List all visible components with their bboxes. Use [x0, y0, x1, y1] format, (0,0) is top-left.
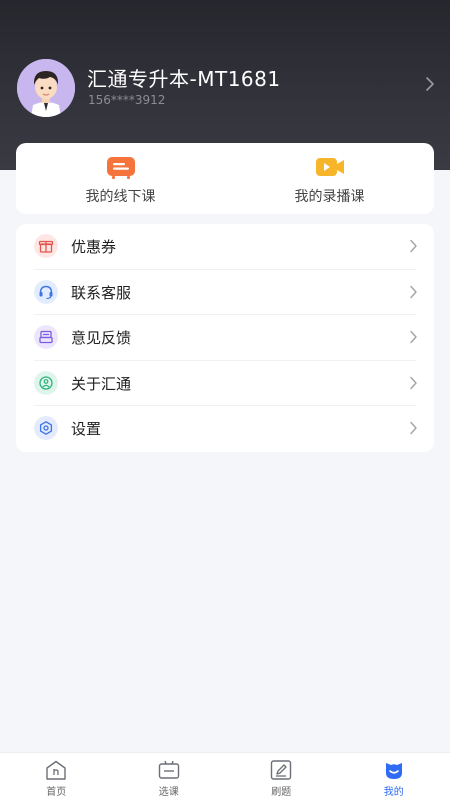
headset-icon	[34, 279, 58, 304]
menu-item-label: 设置	[71, 420, 102, 439]
menu-item-feedback[interactable]: 意见反馈	[16, 315, 434, 361]
tab-label: 选课	[158, 787, 179, 798]
video-camera-icon	[315, 158, 344, 176]
gift-icon	[34, 234, 58, 258]
edit-icon	[271, 760, 292, 780]
chevron-right-icon	[410, 422, 417, 435]
tab-label: 刷题	[271, 787, 292, 798]
avatar-illustration	[17, 59, 75, 117]
chevron-right-icon	[410, 239, 417, 253]
menu-item-about[interactable]: 关于汇通	[16, 361, 434, 407]
menu-list: 优惠券 联系客服 意见反馈 关于汇通 设置	[16, 224, 434, 452]
menu-item-label: 优惠券	[71, 238, 117, 256]
tab-home[interactable]: 首页	[0, 753, 113, 800]
menu-item-label: 意见反馈	[71, 329, 132, 348]
my-courses-card: 我的线下课 我的录播课	[16, 143, 434, 214]
feedback-icon	[34, 325, 58, 350]
chevron-right-icon	[410, 330, 417, 344]
offline-course-button[interactable]: 我的线下课	[16, 143, 225, 214]
bottom-tab-bar: 首页 选课 刷题 我的	[0, 752, 450, 800]
tab-mine[interactable]: 我的	[338, 753, 450, 800]
avatar[interactable]	[17, 59, 75, 117]
settings-icon	[34, 416, 58, 441]
offline-course-label: 我的线下课	[85, 189, 156, 205]
user-circle-icon	[34, 370, 58, 395]
tab-label: 首页	[46, 787, 67, 798]
chevron-right-icon	[410, 376, 417, 389]
recorded-course-label: 我的录播课	[294, 189, 365, 205]
tab-practice[interactable]: 刷题	[225, 753, 338, 800]
tab-course-select[interactable]: 选课	[113, 753, 226, 800]
user-phone: 156****3912	[88, 93, 166, 107]
menu-item-coupons[interactable]: 优惠券	[16, 224, 434, 270]
recorded-course-button[interactable]: 我的录播课	[225, 143, 434, 214]
menu-item-label: 联系客服	[71, 283, 132, 302]
offline-course-icon	[106, 157, 135, 179]
user-name: 汇通专升本-MT1681	[87, 67, 281, 91]
chevron-right-icon	[410, 285, 417, 298]
menu-item-settings[interactable]: 设置	[16, 406, 434, 452]
tab-label: 我的	[383, 787, 404, 798]
menu-item-customer-service[interactable]: 联系客服	[16, 270, 434, 316]
chevron-right-icon[interactable]	[424, 76, 436, 92]
menu-item-label: 关于汇通	[71, 374, 132, 393]
home-icon	[46, 760, 66, 780]
course-select-icon	[158, 760, 179, 779]
profile-icon	[385, 763, 402, 779]
